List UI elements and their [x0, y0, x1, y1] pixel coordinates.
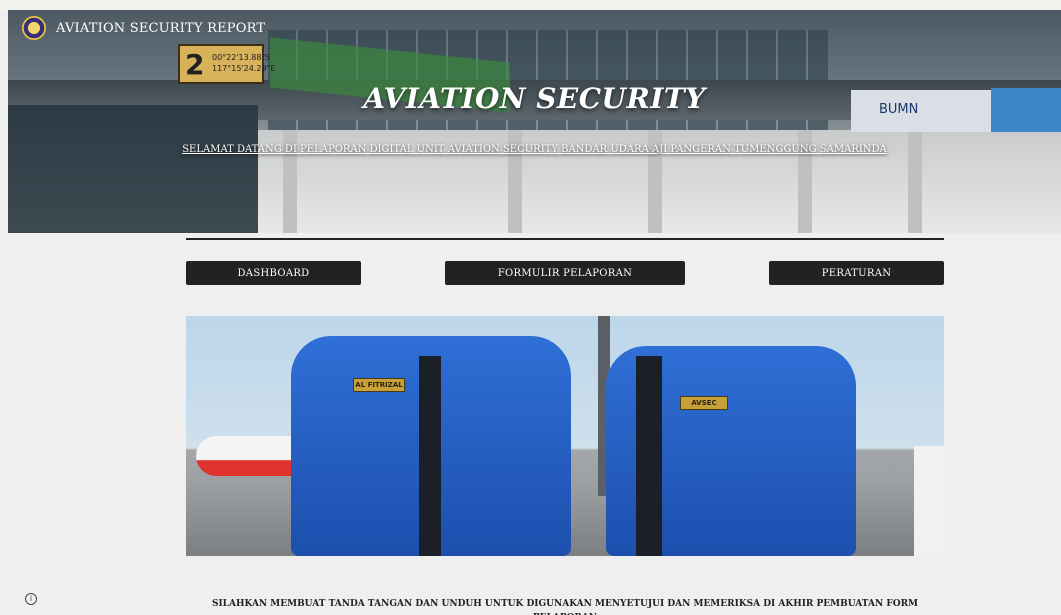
gate-coordinates: 00°22'13.88"S 117°15'24.29"E — [212, 53, 276, 73]
brand-title: AVIATION SECURITY REPORT — [56, 20, 266, 36]
info-icon[interactable]: i — [25, 593, 37, 605]
name-badge-right: AVSEC — [680, 396, 728, 410]
security-officers-photo: AL FITRIZAL AVSEC — [186, 316, 944, 556]
gate-number: 2 — [185, 48, 205, 81]
hero-subtitle-wrap: SELAMAT DATANG DI PELAPORAN DIGITAL UNIT… — [8, 137, 1061, 156]
divider — [186, 238, 944, 240]
dashboard-button[interactable]: DASHBOARD — [186, 261, 361, 285]
logo-emblem-icon — [22, 16, 46, 40]
brand[interactable]: AVIATION SECURITY REPORT — [22, 16, 265, 40]
hero-banner: 2 00°22'13.88"S 117°15'24.29"E BUMN AVIA… — [8, 10, 1061, 233]
hero-left-wall — [8, 105, 258, 233]
name-badge-left: AL FITRIZAL — [353, 378, 405, 392]
signature-notice: SILAHKAN MEMBUAT TANDA TANGAN DAN UNDUH … — [211, 599, 919, 615]
top-strip — [0, 0, 1061, 10]
photo-truck — [914, 446, 944, 556]
rules-button[interactable]: PERATURAN — [769, 261, 944, 285]
gate-sign: 2 00°22'13.88"S 117°15'24.29"E — [178, 44, 275, 84]
form-button[interactable]: FORMULIR PELAPORAN — [445, 261, 685, 285]
hero-title: AVIATION SECURITY — [363, 82, 706, 115]
hero-subtitle-link[interactable]: SELAMAT DATANG DI PELAPORAN DIGITAL UNIT… — [182, 144, 887, 155]
